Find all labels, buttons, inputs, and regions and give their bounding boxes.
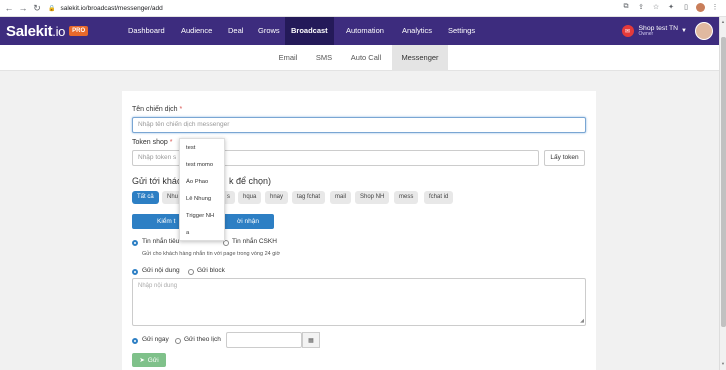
chevron-down-icon: ▼: [681, 28, 687, 34]
dropdown-item[interactable]: test momo: [186, 162, 213, 168]
resize-handle-icon[interactable]: ◢: [580, 318, 584, 324]
radio-send-content[interactable]: [132, 269, 138, 275]
nav-deal[interactable]: Deal: [222, 17, 249, 45]
translate-icon[interactable]: ⧉: [621, 2, 631, 12]
tab-sms[interactable]: SMS: [310, 45, 338, 71]
nav-audience[interactable]: Audience: [175, 17, 218, 45]
page-scrollbar[interactable]: ▲ ▼: [719, 17, 726, 370]
salekit-logo[interactable]: Salekit.io: [6, 23, 65, 40]
send-button[interactable]: ➤ Gửi: [132, 353, 166, 367]
forward-icon[interactable]: →: [16, 1, 30, 15]
extensions-icon[interactable]: ✦: [666, 2, 676, 12]
message-type-hint: Gửi cho khách hàng nhắn tin với page tro…: [142, 251, 281, 257]
chip-fchat-id[interactable]: fchat id: [424, 191, 454, 204]
star-icon[interactable]: ☆: [651, 2, 661, 12]
nav-settings[interactable]: Settings: [442, 17, 481, 45]
chip-hnay[interactable]: hnay: [265, 191, 289, 204]
tab-messenger[interactable]: Messenger: [392, 45, 448, 71]
audience-dropdown: test test momo Áo Phao Lê Nhung Trigger …: [179, 138, 225, 241]
chip-all[interactable]: Tất cả: [132, 191, 159, 204]
scroll-up-icon[interactable]: ▲: [721, 19, 725, 24]
message-type-1-label: Tin nhắn tiêu: [142, 238, 180, 245]
chip-hqua[interactable]: hqua: [238, 191, 262, 204]
shop-role: Owner: [638, 30, 654, 37]
dropdown-item[interactable]: Áo Phao: [186, 179, 208, 185]
get-token-button[interactable]: Lấy token: [544, 150, 585, 166]
scroll-down-icon[interactable]: ▼: [721, 361, 725, 366]
channel-tabs: Email SMS Auto Call Messenger: [0, 45, 719, 71]
tab-auto-call[interactable]: Auto Call: [343, 45, 389, 71]
url-text: salekit.io/broadcast/messenger/add: [60, 4, 163, 12]
chip-shop-nh[interactable]: Shop NH: [355, 191, 390, 204]
radio-send-now[interactable]: [132, 338, 138, 344]
dropdown-item[interactable]: Lê Nhung: [186, 196, 211, 202]
account-menu[interactable]: ✉ Shop test TN Owner ▼: [621, 17, 713, 45]
reload-icon[interactable]: ↻: [30, 1, 44, 15]
campaign-name-label: Tên chiến dịch *: [132, 106, 183, 113]
browser-actions: ⧉ ⇪ ☆ ✦ ▯ ⋮: [621, 2, 720, 12]
send-to-title-b: k để chọn): [229, 176, 272, 186]
shop-icon: ✉: [621, 25, 634, 37]
tab-email[interactable]: Email: [268, 45, 308, 71]
dropdown-item[interactable]: a: [186, 230, 189, 236]
send-to-title-a: Gửi tới khác: [132, 176, 182, 186]
token-label: Token shop *: [132, 139, 173, 146]
calendar-icon[interactable]: ▦: [302, 332, 320, 348]
user-avatar[interactable]: [695, 22, 713, 40]
send-scheduled-label: Gửi theo lịch: [184, 336, 221, 343]
send-content-label: Gửi nội dung: [142, 267, 180, 274]
lock-icon: 🔒: [48, 5, 56, 12]
chip-mess[interactable]: mess: [394, 191, 419, 204]
browser-toolbar: ← → ↻ 🔒 salekit.io/broadcast/messenger/a…: [0, 0, 726, 17]
address-bar[interactable]: 🔒 salekit.io/broadcast/messenger/add: [48, 2, 163, 14]
nav-automation[interactable]: Automation: [340, 17, 390, 45]
radio-send-block[interactable]: [188, 269, 194, 275]
dropdown-item[interactable]: test: [186, 145, 195, 151]
nav-grows[interactable]: Grows: [252, 17, 286, 45]
menu-icon[interactable]: ⋮: [710, 2, 720, 12]
radio-send-scheduled[interactable]: [175, 338, 181, 344]
profile-avatar[interactable]: [696, 2, 705, 12]
nav-broadcast[interactable]: Broadcast: [285, 17, 334, 45]
nav-dashboard[interactable]: Dashboard: [122, 17, 171, 45]
radio-message-type-1[interactable]: [132, 240, 138, 246]
chip-tag-fchat[interactable]: tag fchat: [292, 191, 326, 204]
send-now-label: Gửi ngay: [142, 336, 169, 343]
sidepanel-icon[interactable]: ▯: [681, 2, 691, 12]
chip-mail[interactable]: mail: [330, 191, 352, 204]
pro-badge: PRO: [69, 26, 89, 36]
campaign-name-input[interactable]: Nhập tên chiến dịch messenger: [132, 117, 586, 133]
main-navbar: Salekit.io PRO Dashboard Audience Deal Grow…: [0, 17, 719, 45]
message-type-2-label: Tin nhắn CSKH: [232, 238, 277, 245]
dropdown-item[interactable]: Trigger NH: [186, 213, 214, 219]
scroll-thumb[interactable]: [721, 37, 726, 327]
content-textarea[interactable]: Nhập nội dung ◢: [132, 278, 586, 326]
paper-plane-icon: ➤: [139, 357, 145, 364]
back-icon[interactable]: ←: [2, 1, 16, 15]
nav-analytics[interactable]: Analytics: [396, 17, 438, 45]
schedule-date-input[interactable]: [226, 332, 302, 348]
share-icon[interactable]: ⇪: [636, 2, 646, 12]
send-block-label: Gửi block: [197, 267, 225, 274]
